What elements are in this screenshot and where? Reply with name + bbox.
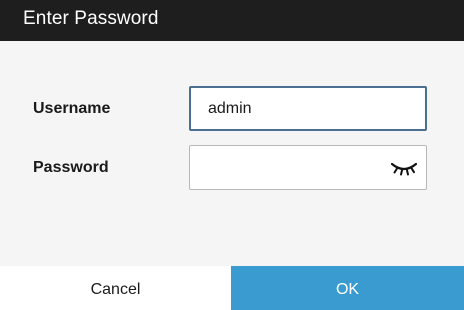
- dialog-footer: Cancel OK: [0, 266, 464, 310]
- password-label: Password: [33, 159, 109, 176]
- password-dialog: Enter Password Username admin Password C…: [0, 0, 464, 310]
- ok-button[interactable]: OK: [231, 266, 464, 310]
- username-field[interactable]: admin: [189, 86, 427, 131]
- password-row: Password: [0, 145, 464, 191]
- eye-closed-icon[interactable]: [390, 159, 418, 177]
- dialog-title: Enter Password: [23, 8, 159, 29]
- username-label: Username: [33, 100, 111, 117]
- username-row: Username admin: [0, 86, 464, 132]
- password-field[interactable]: [189, 145, 427, 190]
- cancel-button[interactable]: Cancel: [0, 266, 231, 310]
- dialog-titlebar: Enter Password: [0, 0, 464, 41]
- username-value: admin: [208, 100, 252, 117]
